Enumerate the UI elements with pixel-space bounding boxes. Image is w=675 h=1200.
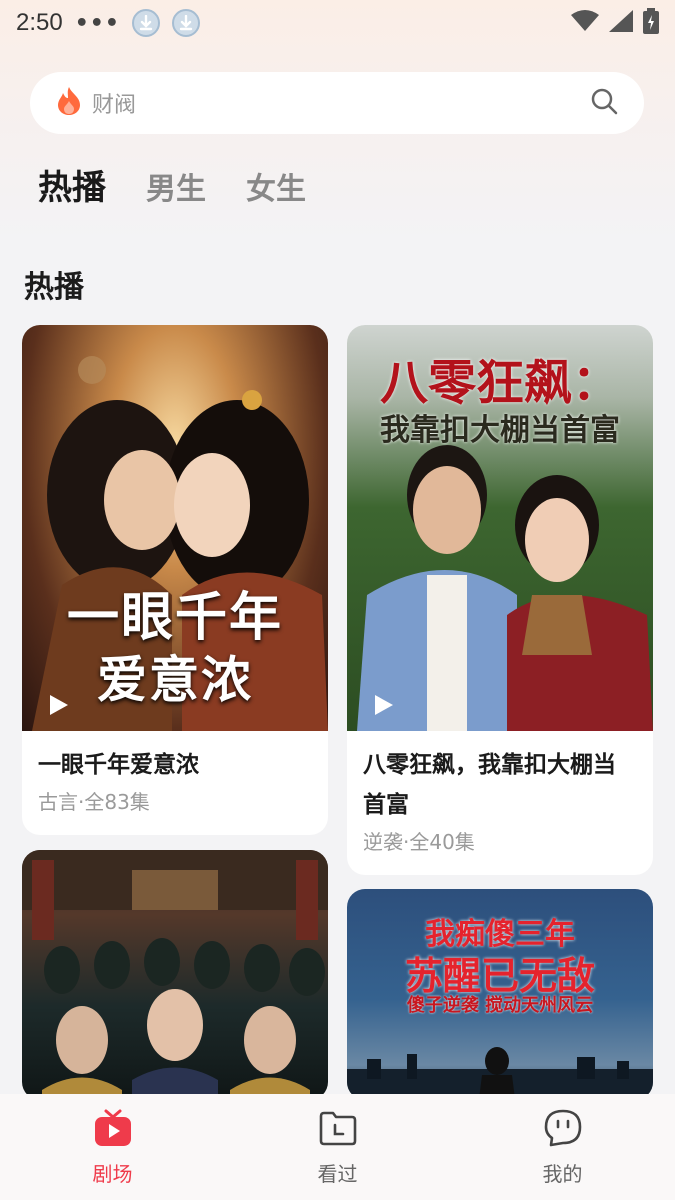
poster-title-line: 八零狂飙： xyxy=(379,355,620,411)
nav-theater[interactable]: 剧场 xyxy=(53,1108,173,1187)
signal-icon xyxy=(609,10,633,36)
drama-poster[interactable]: 一眼千年 爱意浓 xyxy=(22,325,328,731)
poster-title-line: 一眼千年 xyxy=(66,587,283,648)
drama-meta: 古言·全83集 xyxy=(38,790,150,814)
download-icon xyxy=(171,9,200,37)
status-bar: 2:50 ••• xyxy=(0,0,675,46)
profile-face-icon xyxy=(543,1108,583,1152)
tab-hot[interactable]: 热播 xyxy=(38,160,106,209)
search-input[interactable]: 财阀 xyxy=(92,87,136,119)
poster-subtitle: 傻子逆袭 搅动天州风云 xyxy=(406,995,594,1016)
nav-label: 看过 xyxy=(317,1161,358,1186)
tab-female[interactable]: 女生 xyxy=(246,164,306,209)
poster-title-line: 我靠扣大棚当首富 xyxy=(380,413,620,448)
tv-play-icon xyxy=(93,1108,133,1152)
battery-icon xyxy=(643,8,659,38)
nav-label: 剧场 xyxy=(92,1161,133,1186)
section-title: 热播 xyxy=(24,270,84,305)
bottom-navigation: 剧场 看过 我的 xyxy=(0,1094,675,1200)
status-time: 2:50 xyxy=(16,9,63,36)
history-folder-icon xyxy=(318,1108,358,1152)
drama-poster[interactable]: 八零狂飙： 我靠扣大棚当首富 xyxy=(347,325,653,731)
tab-male[interactable]: 男生 xyxy=(146,164,206,209)
drama-poster[interactable] xyxy=(22,850,328,1100)
search-icon[interactable] xyxy=(590,87,618,119)
nav-watched[interactable]: 看过 xyxy=(278,1108,398,1187)
drama-title: 一眼千年爱意浓 xyxy=(38,752,199,778)
wifi-icon xyxy=(571,10,599,36)
drama-poster[interactable]: 我痴傻三年 苏醒已无敌 傻子逆袭 搅动天州风云 xyxy=(347,889,653,1100)
search-bar[interactable]: 财阀 xyxy=(30,72,644,134)
category-tabs: 热播 男生 女生 xyxy=(38,160,306,209)
drama-card[interactable] xyxy=(22,850,328,1100)
nav-label: 我的 xyxy=(542,1161,583,1186)
play-icon xyxy=(375,695,393,715)
drama-card[interactable]: 我痴傻三年 苏醒已无敌 傻子逆袭 搅动天州风云 xyxy=(347,889,653,1100)
poster-illustration xyxy=(22,850,328,1100)
notification-dots-icon: ••• xyxy=(74,10,120,36)
drama-meta: 逆袭·全40集 xyxy=(363,830,475,854)
play-icon xyxy=(50,695,68,715)
drama-title: 八零狂飙，我靠扣大棚当首富 xyxy=(363,752,616,818)
download-icon xyxy=(131,9,160,37)
drama-card[interactable]: 八零狂飙： 我靠扣大棚当首富 八零狂飙，我靠扣大棚当首富 逆袭·全40集 xyxy=(347,325,653,875)
drama-card[interactable]: 一眼千年 爱意浓 一眼千年爱意浓 古言·全83集 xyxy=(22,325,328,835)
flame-icon xyxy=(56,86,82,120)
nav-profile[interactable]: 我的 xyxy=(503,1108,623,1187)
